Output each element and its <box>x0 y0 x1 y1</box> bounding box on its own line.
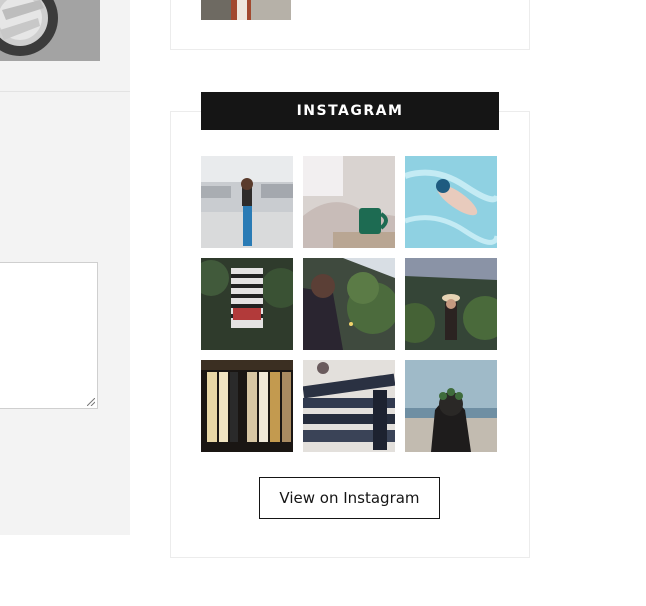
resize-handle-icon[interactable] <box>87 398 95 406</box>
view-on-instagram-button[interactable]: View on Instagram <box>259 477 440 519</box>
instagram-photo-8[interactable] <box>303 360 395 452</box>
comment-textarea[interactable] <box>0 262 98 409</box>
instagram-photo-6[interactable] <box>405 258 497 350</box>
instagram-widget-title: INSTAGRAM <box>201 92 499 130</box>
instagram-photo-4[interactable] <box>201 258 293 350</box>
instagram-photo-2[interactable] <box>303 156 395 248</box>
instagram-photo-5[interactable] <box>303 258 395 350</box>
instagram-photo-1[interactable] <box>201 156 293 248</box>
instagram-photo-grid <box>201 156 497 452</box>
left-divider <box>0 91 130 92</box>
post-thumbnail-image[interactable] <box>0 0 100 61</box>
previous-widget <box>170 0 530 50</box>
instagram-photo-3[interactable] <box>405 156 497 248</box>
instagram-photo-7[interactable] <box>201 360 293 452</box>
instagram-photo-9[interactable] <box>405 360 497 452</box>
previous-widget-thumbnail[interactable] <box>201 0 291 20</box>
left-column-panel <box>0 0 130 535</box>
